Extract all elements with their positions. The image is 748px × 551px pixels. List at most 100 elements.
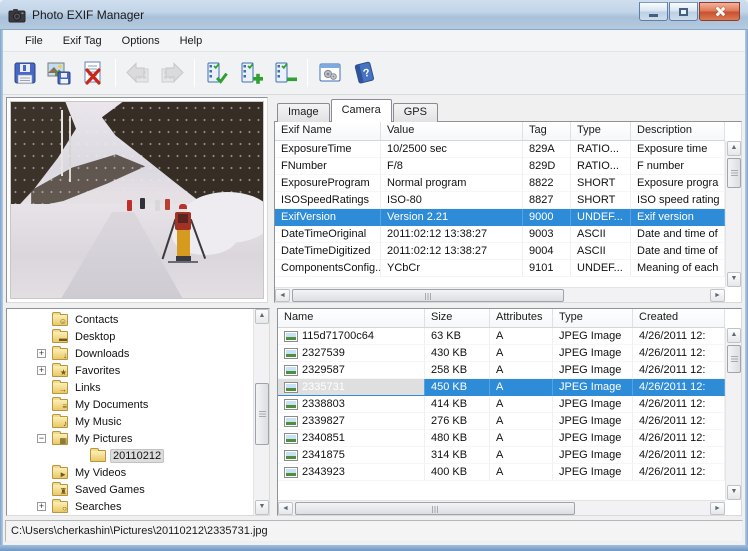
scroll-down-arrow[interactable]: ▼	[255, 500, 269, 515]
tree-item-desktop[interactable]: ▬ Desktop	[7, 328, 253, 345]
menu-exif-tag[interactable]: Exif Tag	[53, 32, 112, 50]
add-exif-tag-button[interactable]	[235, 57, 267, 89]
files-vscroll-thumb[interactable]	[727, 345, 741, 373]
scroll-right-arrow[interactable]: ►	[710, 502, 725, 515]
expander-icon[interactable]: +	[37, 502, 46, 511]
exif-table-header: Exif Name Value Tag Type Description	[275, 122, 725, 141]
menu-file[interactable]: File	[15, 32, 53, 50]
tab-camera[interactable]: Camera	[331, 99, 392, 122]
photo-preview	[10, 101, 264, 299]
file-col-header-size[interactable]: Size	[425, 309, 490, 327]
tree-item-saved-games[interactable]: ♜ Saved Games	[7, 481, 253, 498]
menu-options[interactable]: Options	[112, 32, 170, 50]
file-size: 276 KB	[425, 413, 490, 430]
tab-image[interactable]: Image	[277, 103, 330, 122]
scroll-down-arrow[interactable]: ▼	[727, 485, 741, 500]
tree-item-contacts[interactable]: ☺ Contacts	[7, 311, 253, 328]
files-hscroll-thumb[interactable]	[295, 502, 575, 515]
exif-row[interactable]: FNumber F/8 829D RATIO... F number	[275, 158, 725, 175]
expander-icon[interactable]: +	[37, 366, 46, 375]
exif-row[interactable]: DateTimeOriginal 2011:02:12 13:38:27 900…	[275, 226, 725, 243]
folder-badge: ☺	[59, 318, 67, 326]
folder-badge: ▦	[59, 437, 67, 445]
titlebar[interactable]: Photo EXIF Manager	[0, 0, 748, 30]
file-col-header-type[interactable]: Type	[553, 309, 633, 327]
exif-row[interactable]: ISOSpeedRatings ISO-80 8827 SHORT ISO sp…	[275, 192, 725, 209]
menu-help[interactable]: Help	[170, 32, 213, 50]
tab-gps[interactable]: GPS	[393, 103, 438, 122]
scroll-right-arrow[interactable]: ►	[710, 289, 725, 302]
file-col-header-created[interactable]: Created	[633, 309, 725, 327]
exif-col-header-tag[interactable]: Tag	[523, 122, 571, 140]
tree-item-my-pictures[interactable]: − ▦ My Pictures	[7, 430, 253, 447]
scroll-left-arrow[interactable]: ◄	[278, 502, 293, 515]
save-image-button[interactable]	[43, 57, 75, 89]
exif-type-cell: ASCII	[571, 243, 631, 260]
files-vertical-scrollbar[interactable]: ▲ ▼	[725, 328, 741, 500]
save-button[interactable]	[9, 57, 41, 89]
file-name: 2341875	[302, 447, 345, 463]
verify-exif-button[interactable]	[201, 57, 233, 89]
tree-item-downloads[interactable]: + ↓ Downloads	[7, 345, 253, 362]
distant-skier	[127, 200, 132, 211]
options-button[interactable]	[314, 57, 346, 89]
scroll-up-arrow[interactable]: ▲	[727, 141, 741, 156]
restore-button[interactable]	[669, 2, 698, 21]
file-col-header-attributes[interactable]: Attributes	[490, 309, 553, 327]
exif-col-header-name[interactable]: Exif Name	[275, 122, 381, 140]
distant-skier	[140, 198, 145, 209]
exif-row[interactable]: ExposureTime 10/2500 sec 829A RATIO... E…	[275, 141, 725, 158]
file-row[interactable]: 2343923 400 KB A JPEG Image 4/26/2011 12…	[278, 464, 725, 481]
tree-item-label: My Videos	[72, 466, 129, 480]
scroll-left-arrow[interactable]: ◄	[275, 289, 290, 302]
file-row-selected[interactable]: 2335731 450 KB A JPEG Image 4/26/2011 12…	[278, 379, 725, 396]
exif-col-header-type[interactable]: Type	[571, 122, 631, 140]
exif-type-cell: ASCII	[571, 226, 631, 243]
help-button[interactable]: ?	[348, 57, 380, 89]
exif-row[interactable]: ComponentsConfig... YCbCr 9101 UNDEF... …	[275, 260, 725, 277]
file-row[interactable]: 2338803 414 KB A JPEG Image 4/26/2011 12…	[278, 396, 725, 413]
exif-row-selected[interactable]: ExifVersion Version 2.21 9000 UNDEF... E…	[275, 209, 725, 226]
minimize-button[interactable]	[639, 2, 668, 21]
scroll-up-arrow[interactable]: ▲	[255, 309, 269, 324]
tree-item-my-documents[interactable]: ≡ My Documents	[7, 396, 253, 413]
tree-item-searches[interactable]: + ○ Searches	[7, 498, 253, 515]
next-image-button[interactable]	[156, 57, 188, 89]
file-row[interactable]: 2341875 314 KB A JPEG Image 4/26/2011 12…	[278, 447, 725, 464]
clear-list-button[interactable]	[77, 57, 109, 89]
tree-vscroll-thumb[interactable]	[255, 383, 269, 445]
exif-row[interactable]: ExposureProgram Normal program 8822 SHOR…	[275, 175, 725, 192]
exif-vscroll-thumb[interactable]	[727, 158, 741, 188]
close-button[interactable]	[699, 2, 740, 21]
tree-item-links[interactable]: → Links	[7, 379, 253, 396]
tree-item-favorites[interactable]: + ★ Favorites	[7, 362, 253, 379]
file-row[interactable]: 115d71700c64 63 KB A JPEG Image 4/26/201…	[278, 328, 725, 345]
exif-col-header-value[interactable]: Value	[381, 122, 523, 140]
remove-exif-tag-button[interactable]	[269, 57, 301, 89]
previous-image-button[interactable]	[122, 57, 154, 89]
file-row[interactable]: 2327539 430 KB A JPEG Image 4/26/2011 12…	[278, 345, 725, 362]
tree-item-20110212[interactable]: 20110212	[7, 447, 253, 464]
exif-vertical-scrollbar[interactable]: ▲ ▼	[725, 141, 741, 287]
exif-value-cell: 2011:02:12 13:38:27	[381, 243, 523, 260]
exif-hscroll-thumb[interactable]	[292, 289, 564, 302]
exif-col-header-description[interactable]: Description	[631, 122, 725, 140]
file-attributes: A	[490, 396, 553, 413]
scroll-down-arrow[interactable]: ▼	[727, 272, 741, 287]
exif-row[interactable]: DateTimeDigitized 2011:02:12 13:38:27 90…	[275, 243, 725, 260]
file-col-header-name[interactable]: Name	[278, 309, 425, 327]
scroll-up-arrow[interactable]: ▲	[727, 328, 741, 343]
file-row[interactable]: 2340851 480 KB A JPEG Image 4/26/2011 12…	[278, 430, 725, 447]
file-attributes: A	[490, 464, 553, 481]
tree-vertical-scrollbar[interactable]: ▲ ▼	[253, 309, 269, 515]
tree-item-my-music[interactable]: ♪ My Music	[7, 413, 253, 430]
file-row[interactable]: 2339827 276 KB A JPEG Image 4/26/2011 12…	[278, 413, 725, 430]
exif-horizontal-scrollbar[interactable]: ◄ ►	[275, 287, 725, 302]
tree-item-my-videos[interactable]: ► My Videos	[7, 464, 253, 481]
file-row[interactable]: 2329587 258 KB A JPEG Image 4/26/2011 12…	[278, 362, 725, 379]
files-horizontal-scrollbar[interactable]: ◄ ►	[278, 500, 725, 515]
file-created: 4/26/2011 12:	[633, 362, 725, 379]
jpeg-thumbnail-icon	[284, 399, 298, 410]
expander-icon[interactable]: −	[37, 434, 46, 443]
expander-icon[interactable]: +	[37, 349, 46, 358]
